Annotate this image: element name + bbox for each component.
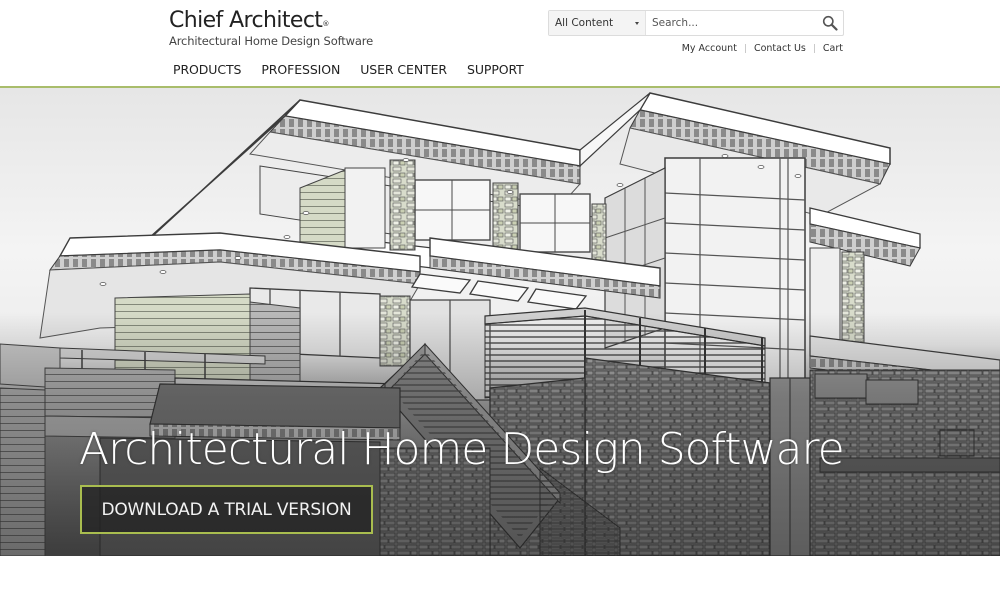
site-header: Chief Architect® Architectural Home Desi… <box>0 0 1000 88</box>
link-separator: | <box>812 43 816 54</box>
contact-us-link[interactable]: Contact Us <box>754 43 806 54</box>
nav-item-profession[interactable]: PROFESSION <box>261 62 340 78</box>
search-input[interactable] <box>646 11 817 35</box>
hero-banner: Architectural Home Design Software DOWNL… <box>0 88 1000 556</box>
download-trial-button[interactable]: DOWNLOAD A TRIAL VERSION <box>80 485 373 534</box>
search-button[interactable] <box>817 11 843 35</box>
search-scope-value: All Content <box>555 17 614 29</box>
cart-link[interactable]: Cart <box>823 43 843 54</box>
hero-title: Architectural Home Design Software <box>79 424 845 475</box>
utility-links: My Account | Contact Us | Cart <box>682 43 843 54</box>
nav-item-user-center[interactable]: USER CENTER <box>360 62 447 78</box>
download-trial-label: DOWNLOAD A TRIAL VERSION <box>101 499 352 520</box>
main-nav: PRODUCTS PROFESSION USER CENTER SUPPORT <box>173 62 544 78</box>
logo-tagline: Architectural Home Design Software <box>169 34 374 48</box>
magnifier-icon <box>822 15 838 31</box>
link-separator: | <box>743 43 747 54</box>
logo-title: Chief Architect® <box>169 9 373 33</box>
logo[interactable]: Chief Architect® Architectural Home Desi… <box>169 9 374 49</box>
my-account-link[interactable]: My Account <box>682 43 737 54</box>
caret-down-icon <box>635 21 639 25</box>
nav-item-products[interactable]: PRODUCTS <box>173 62 241 78</box>
brand-name: Chief Architect <box>169 8 323 33</box>
registered-mark: ® <box>322 20 329 28</box>
search-bar: All Content <box>548 10 844 36</box>
search-scope-select[interactable]: All Content <box>549 11 646 35</box>
nav-item-support[interactable]: SUPPORT <box>467 62 524 78</box>
